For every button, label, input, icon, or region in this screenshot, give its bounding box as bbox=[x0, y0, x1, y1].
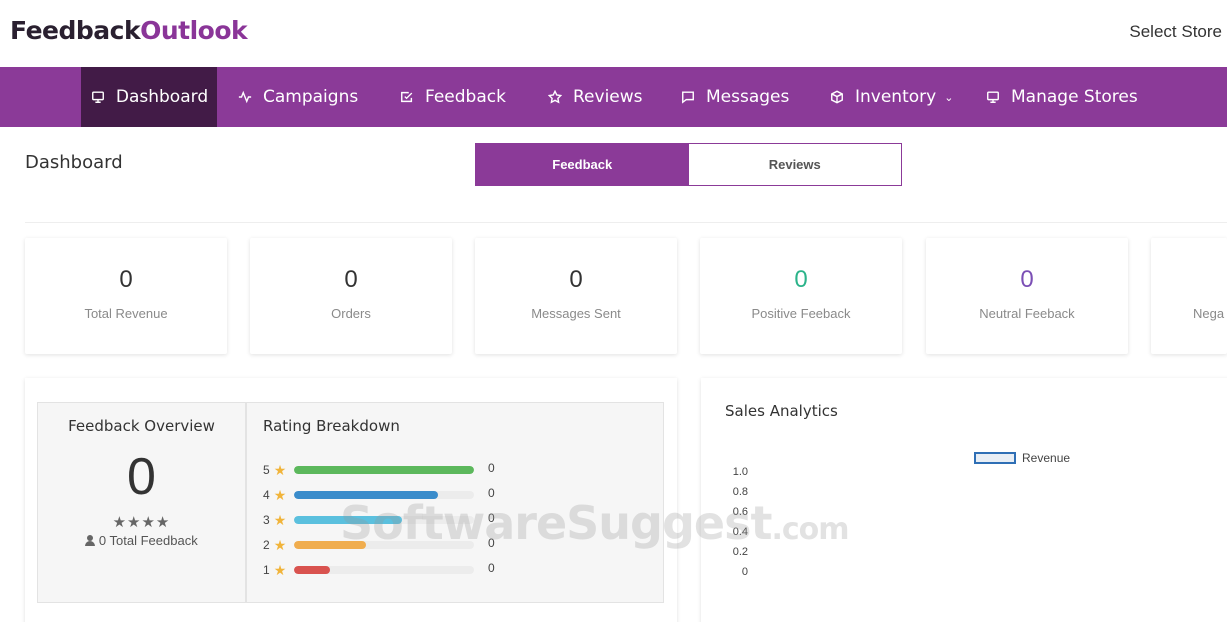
chevron-down-icon: ⌄ bbox=[944, 90, 954, 104]
view-toggle: Feedback Reviews bbox=[475, 143, 902, 186]
toggle-reviews-button[interactable]: Reviews bbox=[688, 144, 901, 185]
nav-reviews-label: Reviews bbox=[573, 87, 643, 107]
star-icon: ★ bbox=[273, 511, 287, 528]
user-icon bbox=[85, 535, 96, 546]
nav-messages-label: Messages bbox=[706, 87, 790, 107]
activity-icon bbox=[237, 89, 253, 105]
watermark: SoftwareSuggest.com bbox=[340, 496, 850, 550]
total-feedback: 0 Total Feedback bbox=[38, 533, 245, 548]
nav-feedback-label: Feedback bbox=[425, 87, 506, 107]
page-title: Dashboard bbox=[25, 152, 123, 173]
rating-number: 1 bbox=[263, 563, 270, 577]
star-icon bbox=[547, 89, 563, 105]
nav-inventory-label: Inventory bbox=[855, 87, 937, 107]
rating-row-1: 1 ★ bbox=[263, 561, 475, 578]
rating-number: 4 bbox=[263, 488, 270, 502]
nav-manage-stores[interactable]: Manage Stores bbox=[985, 67, 1138, 127]
rating-bar bbox=[294, 566, 475, 574]
select-store-dropdown[interactable]: Select Store bbox=[1129, 22, 1222, 42]
legend-swatch bbox=[974, 452, 1016, 464]
stat-label: Neutral Feeback bbox=[979, 306, 1075, 321]
nav-dashboard-label: Dashboard bbox=[115, 87, 209, 107]
section-divider bbox=[25, 222, 1227, 223]
stat-value: 0 bbox=[569, 266, 583, 293]
rating-count: 0 bbox=[488, 461, 495, 475]
monitor-icon bbox=[90, 89, 106, 105]
stat-value bbox=[1193, 266, 1227, 294]
nav-inventory[interactable]: Inventory ⌄ bbox=[829, 67, 953, 127]
chart-legend[interactable]: Revenue bbox=[974, 451, 1070, 465]
stat-label: Nega bbox=[1193, 306, 1225, 321]
total-feedback-text: 0 Total Feedback bbox=[98, 533, 198, 548]
feedback-overview-title: Feedback Overview bbox=[68, 417, 215, 435]
watermark-main: SoftwareSuggest bbox=[340, 496, 772, 550]
stat-label: Orders bbox=[331, 306, 371, 321]
stat-card-total-revenue: 0 Total Revenue bbox=[25, 238, 227, 354]
check-square-icon bbox=[399, 89, 415, 105]
legend-label: Revenue bbox=[1022, 451, 1071, 465]
stat-card-neutral-feedback: 0 Neutral Feeback bbox=[926, 238, 1128, 354]
stat-value: 0 bbox=[1020, 266, 1034, 293]
stat-card-orders: 0 Orders bbox=[250, 238, 452, 354]
rating-number: 5 bbox=[263, 463, 270, 477]
nav-campaigns-label: Campaigns bbox=[263, 87, 359, 107]
nav-manage-stores-label: Manage Stores bbox=[1011, 87, 1138, 107]
rating-row-5: 5 ★ bbox=[263, 461, 475, 478]
sales-analytics-title: Sales Analytics bbox=[725, 402, 838, 420]
y-axis-tick: 0 bbox=[741, 566, 748, 578]
stat-value: 0 bbox=[794, 266, 808, 293]
feedback-overview-card: Feedback Overview 0 ★★★★ 0 Total Feedbac… bbox=[37, 402, 246, 603]
logo-text-part2: Outlook bbox=[140, 16, 248, 45]
nav-messages[interactable]: Messages bbox=[680, 67, 789, 127]
top-bar: FeedbackOutlook Select Store bbox=[0, 0, 1227, 67]
main-nav: Dashboard Campaigns Feedback Reviews Mes… bbox=[0, 67, 1227, 127]
star-icon: ★ bbox=[273, 486, 287, 503]
stat-value: 0 bbox=[119, 266, 133, 293]
box-icon bbox=[829, 89, 845, 105]
message-icon bbox=[680, 89, 696, 105]
rating-stars: ★★★★ bbox=[112, 514, 171, 531]
monitor-icon bbox=[985, 89, 1001, 105]
rating-bar-fill bbox=[294, 466, 475, 474]
toggle-feedback-button[interactable]: Feedback bbox=[476, 144, 689, 185]
nav-dashboard[interactable]: Dashboard bbox=[81, 67, 217, 127]
rating-count: 0 bbox=[488, 561, 495, 575]
watermark-suffix: .com bbox=[771, 512, 849, 547]
star-icon: ★ bbox=[273, 461, 287, 478]
rating-number: 3 bbox=[263, 513, 270, 527]
nav-reviews[interactable]: Reviews bbox=[547, 67, 643, 127]
stat-value: 0 bbox=[344, 266, 358, 293]
y-axis-tick: 1.0 bbox=[732, 466, 748, 478]
feedback-overview-value: 0 bbox=[127, 448, 156, 506]
stat-card-messages-sent: 0 Messages Sent bbox=[475, 238, 677, 354]
logo-text-part1: Feedback bbox=[10, 16, 141, 45]
nav-feedback[interactable]: Feedback bbox=[399, 67, 506, 127]
rating-breakdown-title: Rating Breakdown bbox=[263, 417, 400, 435]
rating-bar bbox=[294, 466, 475, 474]
nav-campaigns[interactable]: Campaigns bbox=[237, 67, 358, 127]
rating-number: 2 bbox=[263, 538, 270, 552]
stat-card-negative-feedback: Nega bbox=[1151, 238, 1227, 354]
stat-label: Total Revenue bbox=[84, 306, 168, 321]
star-icon: ★ bbox=[273, 536, 287, 553]
stat-card-positive-feedback: 0 Positive Feeback bbox=[700, 238, 902, 354]
stat-label: Positive Feeback bbox=[751, 306, 851, 321]
star-icon: ★ bbox=[273, 561, 287, 578]
stat-label: Messages Sent bbox=[531, 306, 621, 321]
feedback-outlook-logo[interactable]: FeedbackOutlook bbox=[10, 16, 248, 45]
rating-bar-fill bbox=[294, 566, 331, 574]
